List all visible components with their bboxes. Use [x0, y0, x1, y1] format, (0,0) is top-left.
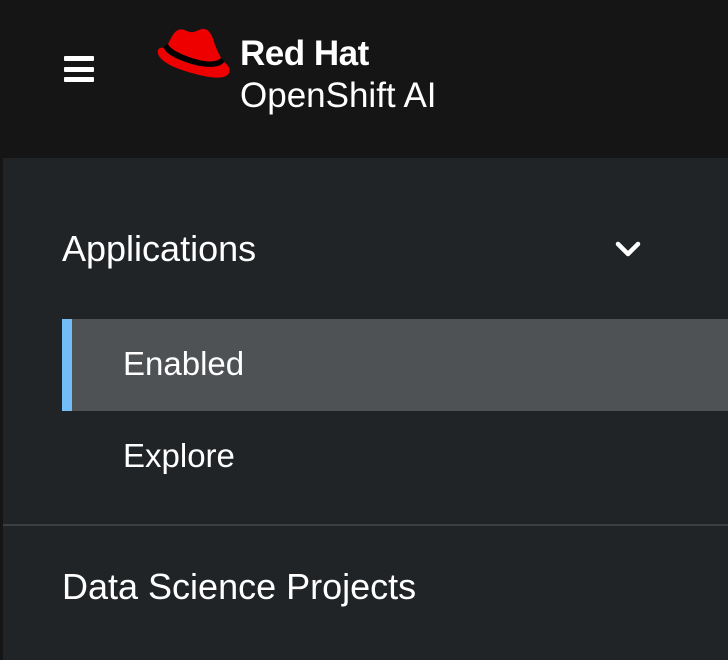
nav-item-label: Enabled [123, 345, 245, 382]
nav-link-data-science-projects[interactable]: Data Science Projects [62, 566, 416, 608]
sidebar-left-border [0, 158, 3, 660]
product-name: OpenShift AI [240, 76, 437, 115]
brand-name: Red Hat [240, 34, 369, 73]
nav-divider [3, 524, 728, 526]
active-indicator [62, 319, 72, 411]
hamburger-menu-icon[interactable] [64, 56, 94, 82]
red-hat-fedora-icon[interactable] [156, 26, 236, 82]
nav-section-applications[interactable]: Applications [62, 222, 662, 278]
nav-item-enabled[interactable]: Enabled [62, 319, 728, 411]
nav-item-explore[interactable]: Explore [62, 411, 728, 503]
nav-item-label: Explore [123, 437, 235, 474]
nav-section-label: Applications [62, 228, 257, 269]
chevron-down-icon[interactable] [615, 236, 641, 262]
masthead: Red Hat OpenShift AI [0, 0, 728, 158]
